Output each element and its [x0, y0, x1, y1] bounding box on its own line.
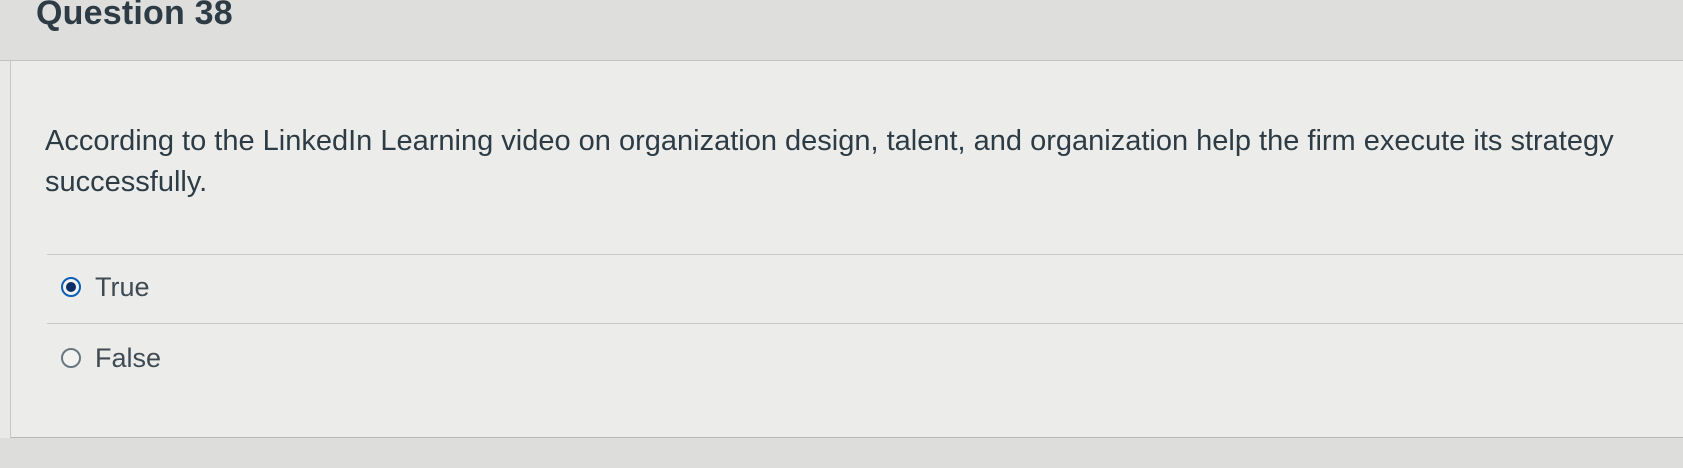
question-text-line-2: successfully.	[45, 166, 208, 198]
radio-dot	[66, 282, 76, 292]
question-text: According to the LinkedIn Learning video…	[45, 121, 1683, 203]
answer-option-false[interactable]: False	[61, 340, 161, 376]
answer-option-true[interactable]: True	[61, 269, 150, 305]
answer-label-false: False	[95, 342, 162, 373]
question-card: According to the LinkedIn Learning video…	[10, 61, 1683, 438]
question-header: Question 38	[0, 0, 1683, 61]
radio-selected-icon[interactable]	[61, 277, 81, 297]
question-title: Question 38	[36, 0, 233, 32]
radio-unselected-icon[interactable]	[61, 348, 81, 368]
answer-divider	[47, 254, 1683, 255]
answer-divider	[47, 323, 1683, 324]
question-text-line-1: According to the LinkedIn Learning video…	[45, 125, 1614, 157]
answer-label-true: True	[95, 271, 150, 302]
page-background-strip	[0, 438, 1683, 468]
